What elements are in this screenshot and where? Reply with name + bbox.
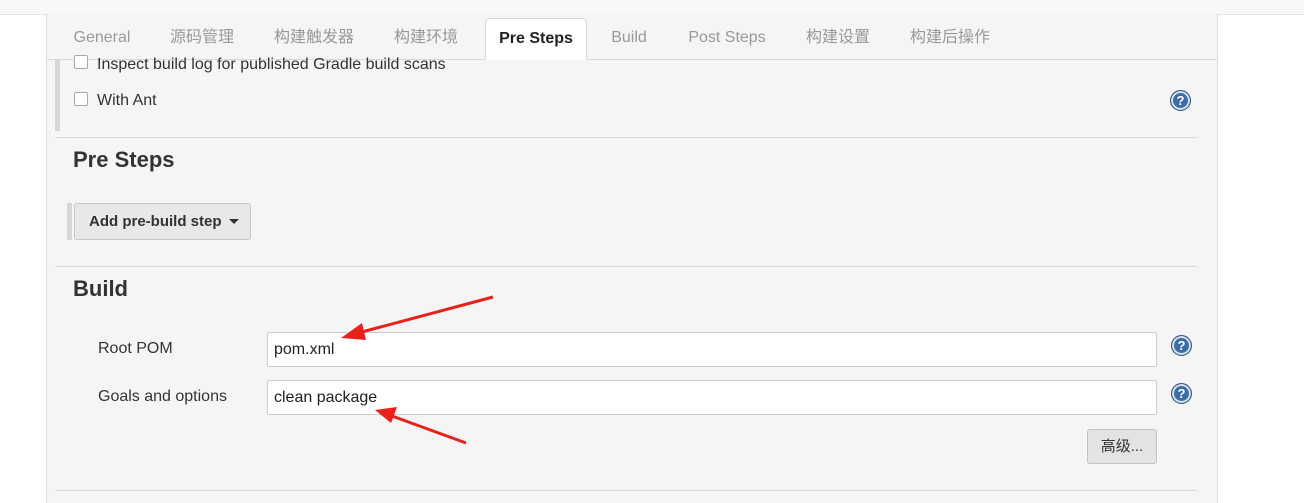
pre-steps-title: Pre Steps	[73, 147, 175, 172]
goals-options-input[interactable]	[267, 380, 1157, 415]
root-pom-help-icon[interactable]: ?	[1171, 335, 1192, 356]
section-divider	[55, 490, 1197, 491]
with-ant-checkbox[interactable]	[74, 92, 88, 106]
section-divider	[55, 137, 1197, 138]
with-ant-label: With Ant	[97, 92, 157, 109]
tab-build[interactable]: Build	[599, 18, 659, 58]
tab-source-control[interactable]: 源码管理	[157, 18, 247, 58]
advanced-button[interactable]: 高级...	[1087, 429, 1157, 464]
add-pre-build-step-button[interactable]: Add pre-build step	[74, 203, 251, 240]
chevron-down-icon	[229, 219, 239, 224]
pre-steps-group-bar	[67, 203, 72, 240]
top-strip	[0, 0, 1304, 15]
tab-build-triggers[interactable]: 构建触发器	[261, 18, 367, 58]
goals-options-label: Goals and options	[98, 388, 227, 405]
add-pre-build-step-label: Add pre-build step	[89, 213, 222, 230]
config-panel: General 源码管理 构建触发器 构建环境 Pre Steps Build …	[46, 14, 1218, 503]
inspect-build-log-checkbox[interactable]	[74, 55, 88, 69]
root-pom-input[interactable]	[267, 332, 1157, 367]
root-pom-label: Root POM	[98, 340, 173, 357]
tab-post-build-actions[interactable]: 构建后操作	[897, 18, 1003, 58]
goals-options-help-icon[interactable]: ?	[1171, 383, 1192, 404]
inspect-build-log-label: Inspect build log for published Gradle b…	[97, 56, 446, 73]
section-divider	[55, 266, 1197, 267]
with-ant-help-icon[interactable]: ?	[1170, 90, 1191, 111]
options-group-bar	[55, 60, 60, 131]
tab-general[interactable]: General	[59, 18, 145, 58]
tab-build-environment[interactable]: 构建环境	[381, 18, 471, 58]
tab-build-settings[interactable]: 构建设置	[795, 18, 881, 58]
build-title: Build	[73, 276, 128, 301]
tab-pre-steps[interactable]: Pre Steps	[485, 18, 587, 60]
tab-bar: General 源码管理 构建触发器 构建环境 Pre Steps Build …	[47, 14, 1217, 60]
tab-post-steps[interactable]: Post Steps	[675, 18, 779, 58]
